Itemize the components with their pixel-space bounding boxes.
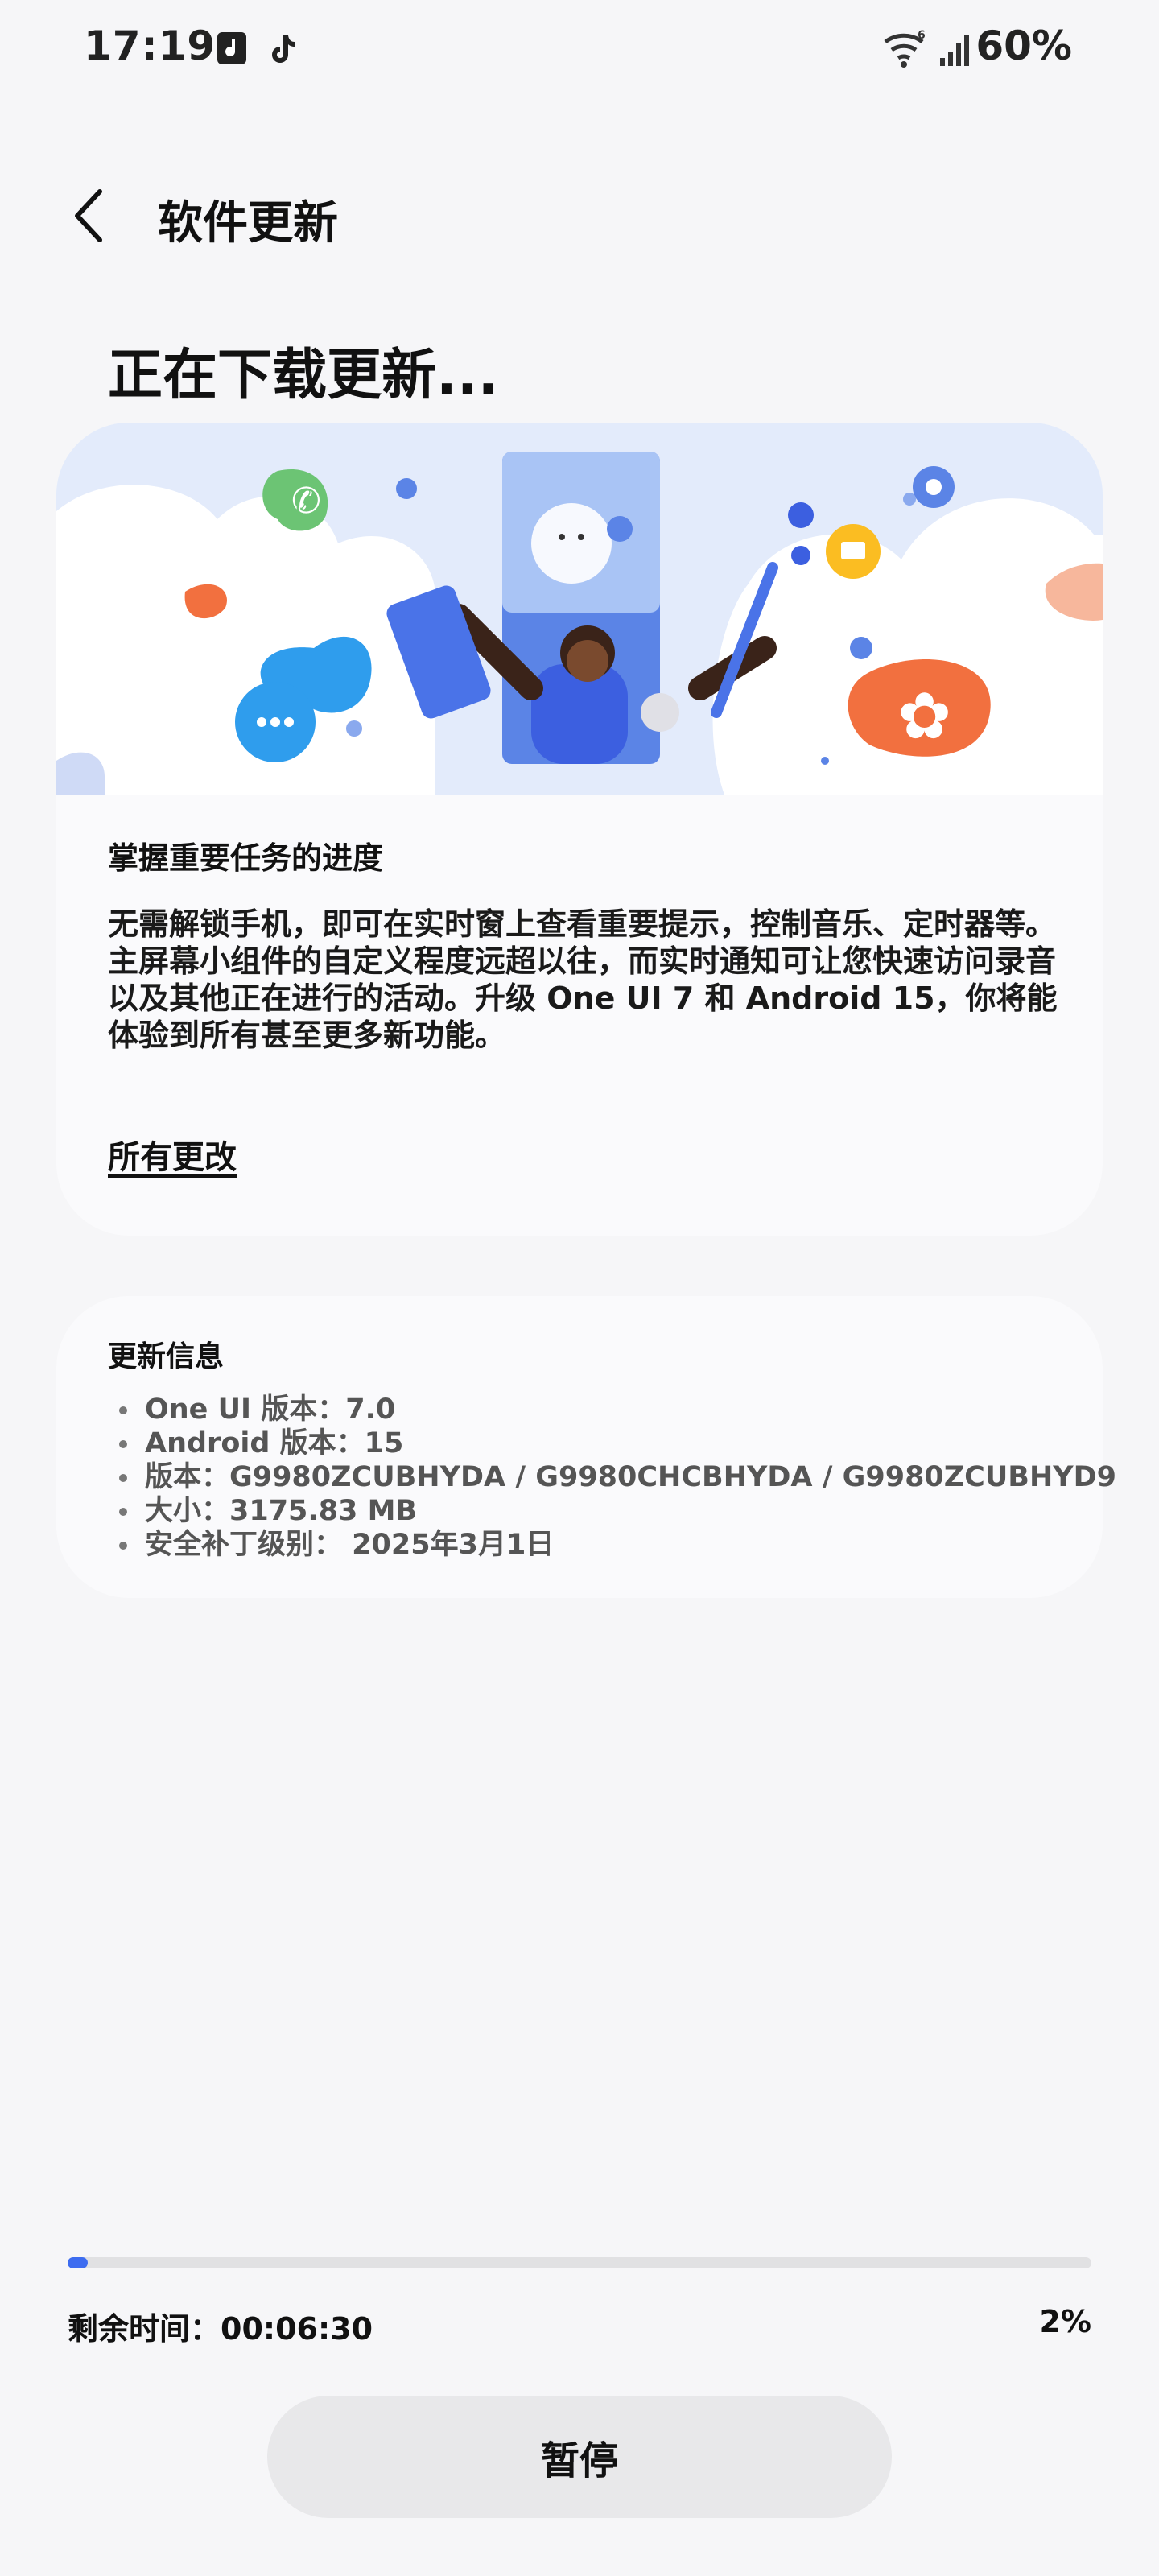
page-title: 软件更新 — [158, 197, 338, 250]
back-button[interactable] — [64, 184, 121, 248]
download-progress-fill — [68, 2257, 89, 2268]
info-item-oneui-version: One UI 版本：7.0 — [108, 1393, 1116, 1426]
update-info-card: 更新信息 One UI 版本：7.0 Android 版本：15 版本：G998… — [56, 1296, 1116, 1598]
battery-level: 60% — [975, 23, 1072, 69]
feature-description: 无需解锁手机，即可在实时窗上查看重要提示，控制音乐、定时器等。主屏幕小组件的自定… — [108, 906, 1058, 1053]
wifi-icon: 6 — [884, 29, 926, 68]
download-progress-bar — [68, 2257, 1091, 2268]
feature-heading: 掌握重要任务的进度 — [108, 840, 384, 876]
svg-text:✿: ✿ — [897, 679, 951, 753]
update-info-heading: 更新信息 — [108, 1340, 225, 1373]
tiktok-music-icon — [217, 32, 246, 64]
info-item-security-patch: 安全补丁级别： 2025年3月1日 — [108, 1528, 1116, 1562]
signal-icon — [940, 35, 969, 66]
progress-percent: 2% — [1039, 2304, 1091, 2339]
info-item-size: 大小：3175.83 MB — [108, 1494, 1116, 1528]
download-status-headline: 正在下载更新... — [108, 344, 499, 407]
svg-text:6: 6 — [918, 29, 926, 42]
update-info-list: One UI 版本：7.0 Android 版本：15 版本：G9980ZCUB… — [108, 1393, 1116, 1562]
tiktok-icon — [272, 35, 295, 63]
hero-illustration: ✆ ✿ — [56, 423, 1103, 795]
status-bar: 17:19 6 60% — [0, 0, 1159, 97]
info-item-android-version: Android 版本：15 — [108, 1426, 1116, 1460]
all-changes-link[interactable]: 所有更改 — [108, 1131, 237, 1178]
pause-button[interactable]: 暂停 — [267, 2396, 892, 2518]
info-item-build-version: 版本：G9980ZCUBHYDA / G9980CHCBHYDA / G9980… — [108, 1460, 1116, 1494]
feature-card: ✆ ✿ 掌握重要任务的进度 无需解锁手机，即可在实时窗上查看重要提示，控制音乐、… — [56, 423, 1103, 1236]
remaining-time: 剩余时间：00:06:30 — [68, 2311, 373, 2347]
chevron-left-icon — [75, 189, 102, 242]
svg-text:✆: ✆ — [291, 481, 321, 522]
status-time: 17:19 — [84, 23, 217, 69]
